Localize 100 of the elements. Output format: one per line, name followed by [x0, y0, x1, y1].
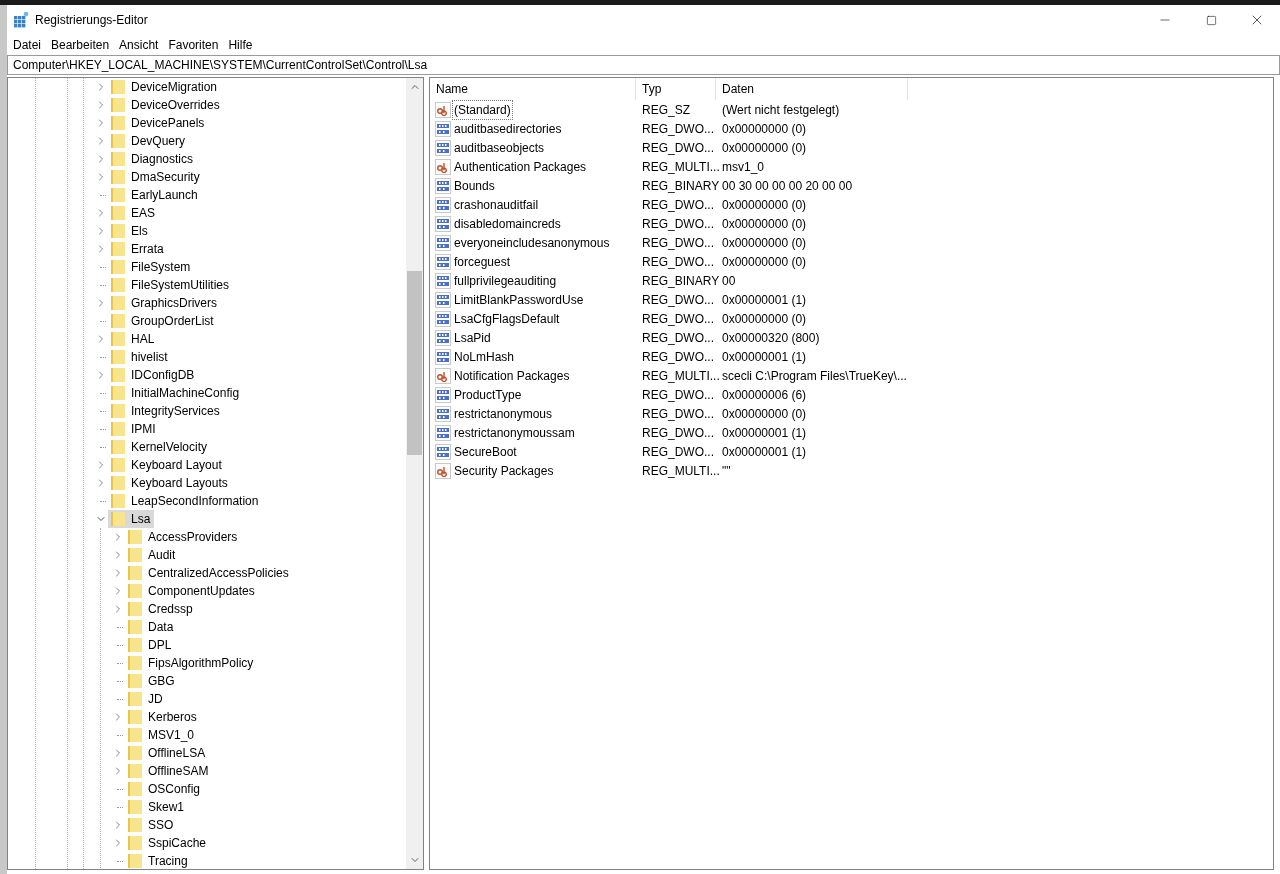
binary-value-icon: [435, 272, 451, 289]
folder-icon: [110, 241, 126, 257]
tree-item[interactable]: Skew1: [125, 798, 189, 816]
tree-item[interactable]: SSO: [125, 816, 178, 834]
value-name[interactable]: LsaPid: [452, 327, 493, 348]
value-name[interactable]: NoLmHash: [452, 346, 517, 367]
scrollbar[interactable]: [406, 78, 423, 869]
tree-item[interactable]: DmaSecurity: [108, 168, 204, 186]
column-header[interactable]: Typ: [636, 78, 716, 100]
string-value-icon: [435, 158, 451, 175]
folder-icon: [110, 151, 126, 167]
folder-icon: [110, 349, 126, 365]
tree-item[interactable]: OfflineLSA: [125, 744, 210, 762]
value-name[interactable]: Authentication Packages: [452, 156, 589, 177]
value-name[interactable]: SecureBoot: [452, 441, 519, 462]
binary-value-icon: [435, 443, 451, 460]
folder-icon: [127, 655, 143, 671]
value-name[interactable]: auditbasedirectories: [452, 118, 564, 139]
binary-value-icon: [435, 253, 451, 270]
tree-item[interactable]: InitialMachineConfig: [108, 384, 244, 402]
tree-item[interactable]: Tracing: [125, 852, 192, 869]
value-data: msv1_0: [721, 158, 765, 176]
value-name[interactable]: ProductType: [452, 384, 524, 405]
tree-item[interactable]: Data: [125, 618, 178, 636]
tree-item[interactable]: Els: [108, 222, 152, 240]
tree-item[interactable]: CentralizedAccessPolicies: [125, 564, 293, 582]
folder-icon: [127, 799, 143, 815]
folder-icon: [127, 817, 143, 833]
value-name[interactable]: Security Packages: [452, 460, 556, 481]
folder-icon: [110, 259, 126, 275]
tree-item[interactable]: FileSystem: [108, 258, 195, 276]
value-name[interactable]: disabledomaincreds: [452, 213, 563, 234]
value-name[interactable]: restrictanonymoussam: [452, 422, 577, 443]
scrollbar-thumb[interactable]: [407, 271, 422, 455]
column-header[interactable]: Daten: [716, 78, 908, 100]
value-data: 0x00000001 (1): [721, 424, 807, 442]
tree-item[interactable]: DeviceOverrides: [108, 96, 224, 114]
folder-icon: [110, 223, 126, 239]
tree-item[interactable]: Diagnostics: [108, 150, 198, 168]
menu-item[interactable]: Favoriten: [163, 36, 224, 54]
column-header[interactable]: Name: [430, 78, 636, 100]
tree-item[interactable]: ComponentUpdates: [125, 582, 259, 600]
tree-item[interactable]: Credssp: [125, 600, 197, 618]
tree-item[interactable]: Kerberos: [125, 708, 201, 726]
address-bar[interactable]: Computer\HKEY_LOCAL_MACHINE\SYSTEM\CurrentControlSet\Control\Lsa: [7, 55, 1280, 75]
value-name[interactable]: crashonauditfail: [452, 194, 541, 215]
tree-item[interactable]: DevQuery: [108, 132, 190, 150]
tree-item[interactable]: IPMI: [108, 420, 160, 438]
tree-item[interactable]: SspiCache: [125, 834, 211, 852]
tree-item[interactable]: GBG: [125, 672, 179, 690]
folder-icon: [127, 619, 143, 635]
binary-value-icon: [435, 310, 451, 327]
tree-item[interactable]: JD: [125, 690, 167, 708]
value-data: 0x00000000 (0): [721, 196, 807, 214]
value-name[interactable]: LsaCfgFlagsDefault: [452, 308, 562, 329]
tree-item[interactable]: Keyboard Layout: [108, 456, 226, 474]
tree-item[interactable]: DevicePanels: [108, 114, 209, 132]
value-name[interactable]: LimitBlankPasswordUse: [452, 289, 586, 310]
value-name[interactable]: (Standard): [452, 99, 513, 120]
tree-item[interactable]: FileSystemUtilities: [108, 276, 233, 294]
menu-item[interactable]: Bearbeiten: [46, 36, 115, 54]
folder-icon: [110, 313, 126, 329]
value-type: REG_DWO...: [641, 329, 715, 347]
binary-value-icon: [435, 405, 451, 422]
tree-item[interactable]: FipsAlgorithmPolicy: [125, 654, 258, 672]
tree-item[interactable]: IDConfigDB: [108, 366, 199, 384]
value-name[interactable]: Notification Packages: [452, 365, 572, 386]
tree-item[interactable]: OfflineSAM: [125, 762, 213, 780]
tree-item[interactable]: Audit: [125, 546, 180, 564]
binary-value-icon: [435, 424, 451, 441]
tree-item[interactable]: DeviceMigration: [108, 78, 222, 96]
tree-item[interactable]: GraphicsDrivers: [108, 294, 221, 312]
tree-item[interactable]: Errata: [108, 240, 168, 258]
value-name[interactable]: restrictanonymous: [452, 403, 555, 424]
tree-item[interactable]: OSConfig: [125, 780, 205, 798]
folder-icon: [127, 637, 143, 653]
menu-item[interactable]: Datei: [8, 36, 46, 54]
tree-item[interactable]: MSV1_0: [125, 726, 199, 744]
tree-item[interactable]: GroupOrderList: [108, 312, 218, 330]
value-name[interactable]: auditbaseobjects: [452, 137, 547, 158]
menu-item[interactable]: Hilfe: [223, 36, 258, 54]
tree-item[interactable]: EarlyLaunch: [108, 186, 202, 204]
tree-item[interactable]: AccessProviders: [125, 528, 242, 546]
binary-value-icon: [435, 139, 451, 156]
tree-item[interactable]: KernelVelocity: [108, 438, 212, 456]
tree-item[interactable]: HAL: [108, 330, 159, 348]
value-name[interactable]: forceguest: [452, 251, 513, 272]
value-name[interactable]: fullprivilegeauditing: [452, 270, 559, 291]
tree-item[interactable]: EAS: [108, 204, 159, 222]
value-name[interactable]: everyoneincludesanonymous: [452, 232, 612, 253]
value-name[interactable]: Bounds: [452, 175, 497, 196]
tree-item[interactable]: Keyboard Layouts: [108, 474, 232, 492]
tree-item[interactable]: IntegrityServices: [108, 402, 224, 420]
tree-item[interactable]: LeapSecondInformation: [108, 492, 263, 510]
value-data: 0x00000000 (0): [721, 310, 807, 328]
tree-item[interactable]: hivelist: [108, 348, 172, 366]
menu-item[interactable]: Ansicht: [114, 36, 164, 54]
tree-item[interactable]: Lsa: [108, 510, 155, 528]
tree-item[interactable]: DPL: [125, 636, 176, 654]
folder-icon: [110, 493, 126, 509]
